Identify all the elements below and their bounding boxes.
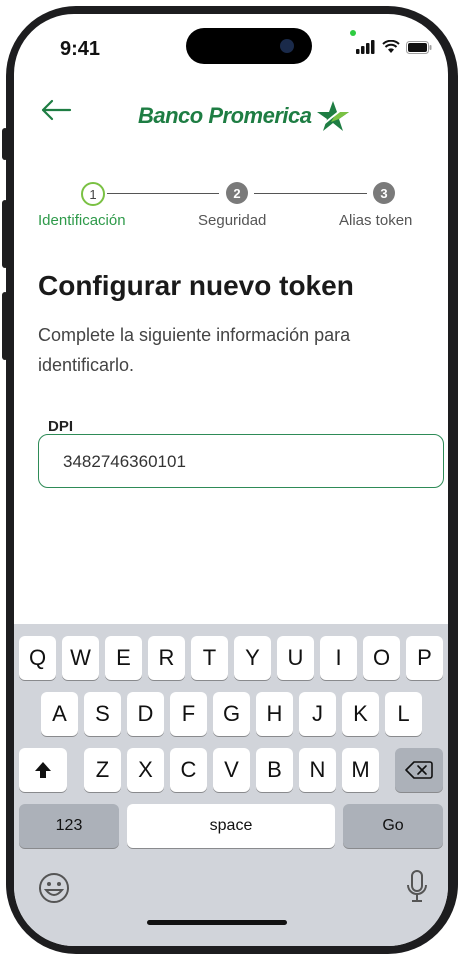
status-icons [356, 40, 432, 54]
key-u[interactable]: U [277, 636, 314, 680]
status-time: 9:41 [60, 38, 101, 60]
dictation-key[interactable] [406, 870, 428, 909]
key-x[interactable]: X [127, 748, 164, 792]
keyboard: Q W E R T Y U I O P A S D F G H J K L Z … [14, 624, 448, 946]
emoji-key[interactable] [38, 872, 70, 909]
key-n[interactable]: N [299, 748, 336, 792]
key-e[interactable]: E [105, 636, 142, 680]
shift-arrow-icon [35, 762, 51, 778]
page-title: Configurar nuevo token [38, 270, 354, 301]
key-t[interactable]: T [191, 636, 228, 680]
key-h[interactable]: H [256, 692, 293, 736]
shift-key[interactable] [19, 748, 67, 792]
home-indicator[interactable] [147, 920, 287, 925]
battery-icon [406, 40, 432, 54]
volume-up-button [2, 200, 8, 268]
step-1-label: Identificación [38, 212, 126, 229]
brand-name: Banco Promerica [138, 103, 312, 128]
progress-stepper: 1 2 3 Identificación Seguridad Alias tok… [14, 176, 448, 236]
key-o[interactable]: O [363, 636, 400, 680]
step-1-indicator: 1 [81, 182, 105, 206]
backspace-icon [405, 761, 433, 779]
step-2-indicator: 2 [226, 182, 248, 204]
delete-key[interactable] [395, 748, 443, 792]
key-p[interactable]: P [406, 636, 443, 680]
key-f[interactable]: F [170, 692, 207, 736]
numbers-key[interactable]: 123 [19, 804, 119, 848]
step-connector [254, 193, 367, 194]
dpi-label: DPI [48, 418, 74, 435]
dpi-value: 3482746360101 [63, 452, 186, 471]
volume-down-button [2, 292, 8, 360]
key-y[interactable]: Y [234, 636, 271, 680]
brand-logo: Banco Promerica [138, 100, 351, 132]
key-v[interactable]: V [213, 748, 250, 792]
mic-indicator-icon [350, 30, 356, 36]
key-c[interactable]: C [170, 748, 207, 792]
go-key[interactable]: Go [343, 804, 443, 848]
key-i[interactable]: I [320, 636, 357, 680]
key-s[interactable]: S [84, 692, 121, 736]
dynamic-island [186, 28, 312, 64]
step-connector [107, 193, 219, 194]
key-m[interactable]: M [342, 748, 379, 792]
star-logo-icon [317, 101, 351, 131]
space-key[interactable]: space [127, 804, 335, 848]
key-a[interactable]: A [41, 692, 78, 736]
key-k[interactable]: K [342, 692, 379, 736]
key-r[interactable]: R [148, 636, 185, 680]
wifi-icon [382, 40, 400, 53]
key-q[interactable]: Q [19, 636, 56, 680]
key-b[interactable]: B [256, 748, 293, 792]
screen: 9:41 Banco Promerica 1 2 3 Identificació… [14, 14, 448, 946]
key-w[interactable]: W [62, 636, 99, 680]
page-subtitle: Complete la siguiente información para i… [38, 325, 351, 375]
step-2-label: Seguridad [198, 212, 267, 229]
step-3-label: Alias token [339, 212, 413, 229]
dpi-input[interactable]: 3482746360101 [38, 434, 444, 488]
camera-icon [280, 39, 294, 53]
key-g[interactable]: G [213, 692, 250, 736]
step-3-indicator: 3 [373, 182, 395, 204]
key-j[interactable]: J [299, 692, 336, 736]
signal-icon [356, 40, 375, 54]
emoji-icon [39, 873, 69, 903]
back-arrow-icon[interactable] [40, 98, 72, 127]
key-z[interactable]: Z [84, 748, 121, 792]
microphone-icon [407, 870, 427, 902]
key-l[interactable]: L [385, 692, 422, 736]
key-d[interactable]: D [127, 692, 164, 736]
mute-switch [2, 128, 8, 160]
